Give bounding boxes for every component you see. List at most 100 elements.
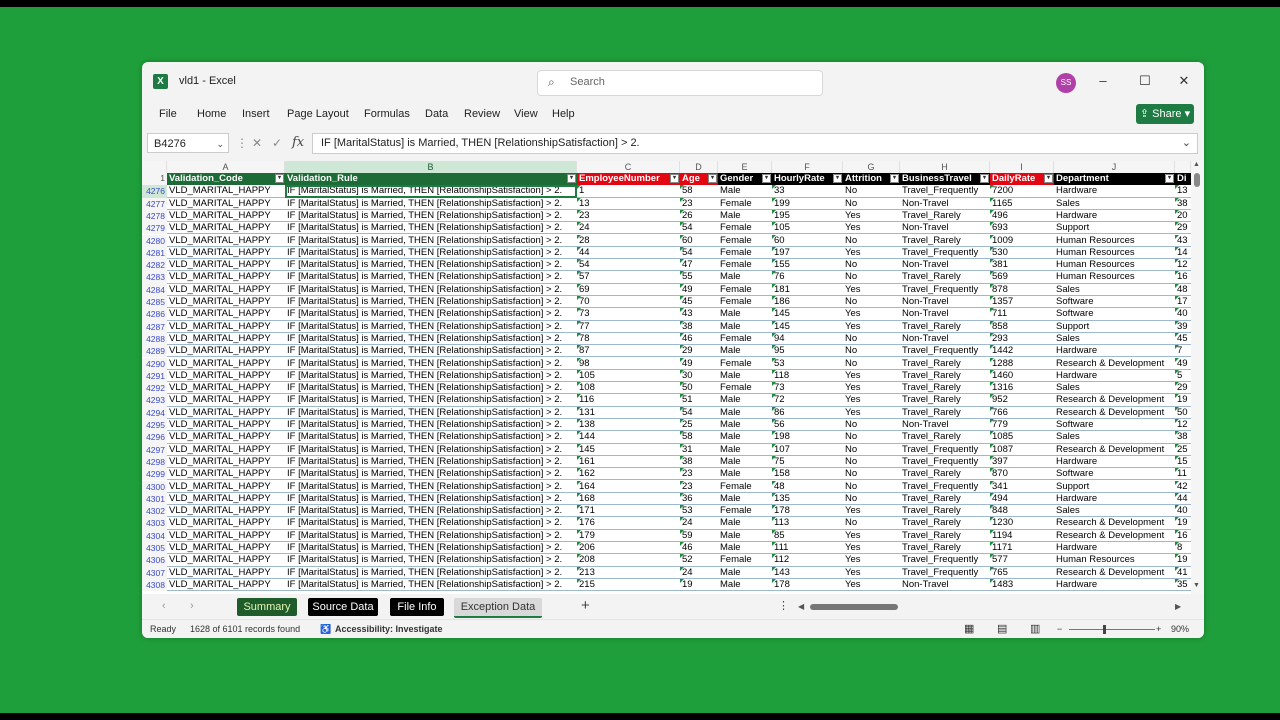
cell-daily-rate[interactable]: 765 <box>990 566 1054 579</box>
cell-department[interactable]: Hardware <box>1054 456 1175 469</box>
cell-hourly-rate[interactable]: 198 <box>772 431 843 444</box>
cell-validation-rule[interactable]: IF [MaritalStatus] is Married, THEN [Rel… <box>285 358 577 370</box>
cell-business-travel[interactable]: Travel_Rarely <box>900 517 990 530</box>
cell-attrition[interactable]: Yes <box>843 382 900 395</box>
cell-hourly-rate[interactable]: 107 <box>772 443 843 456</box>
cell-di[interactable]: 50 <box>1175 406 1191 419</box>
cell-employee-number[interactable]: 145 <box>577 443 680 456</box>
column-header-g[interactable]: G <box>843 161 900 173</box>
cell-validation-code[interactable]: VLD_MARITAL_HAPPY <box>167 308 285 321</box>
cell-di[interactable]: 16 <box>1175 271 1191 284</box>
cell-validation-rule[interactable]: IF [MaritalStatus] is Married, THEN [Rel… <box>285 481 577 493</box>
cell-daily-rate[interactable]: 7200 <box>990 185 1054 198</box>
cell-age[interactable]: 54 <box>680 406 718 419</box>
row-number[interactable]: 4288 <box>142 332 167 346</box>
cell-hourly-rate[interactable]: 60 <box>772 234 843 247</box>
cell-business-travel[interactable]: Travel_Frequently <box>900 185 990 198</box>
cell-attrition[interactable]: Yes <box>843 308 900 321</box>
cell-department[interactable]: Software <box>1054 296 1175 309</box>
cell-validation-code[interactable]: VLD_MARITAL_HAPPY <box>167 345 285 358</box>
cell-validation-rule[interactable]: IF [MaritalStatus] is Married, THEN [Rel… <box>285 198 577 210</box>
cell-validation-rule[interactable]: IF [MaritalStatus] is Married, THEN [Rel… <box>285 554 577 567</box>
spreadsheet-grid[interactable]: A B C D E F G H I J 1 Validation_Code ▾ Val… <box>142 161 1204 594</box>
cell-employee-number[interactable]: 87 <box>577 345 680 358</box>
cell-employee-number[interactable]: 98 <box>577 357 680 370</box>
cell-validation-code[interactable]: VLD_MARITAL_HAPPY <box>167 567 285 579</box>
cell-daily-rate[interactable]: 577 <box>990 554 1054 567</box>
cell-age[interactable]: 26 <box>680 209 718 223</box>
cell-attrition[interactable]: No <box>843 198 900 210</box>
cell-age[interactable]: 29 <box>680 345 718 358</box>
cell-validation-rule[interactable]: IF [MaritalStatus] is Married, THEN [Rel… <box>285 567 577 579</box>
filter-dropdown-icon[interactable]: ▾ <box>762 174 771 183</box>
sheet-tab-exception-data[interactable]: Exception Data <box>454 598 542 618</box>
cell-di[interactable]: 12 <box>1175 259 1191 272</box>
cell-daily-rate[interactable]: 1085 <box>990 431 1054 444</box>
cell-attrition[interactable]: Yes <box>843 247 900 260</box>
cell-business-travel[interactable]: Travel_Rarely <box>900 505 990 518</box>
cell-validation-rule[interactable]: IF [MaritalStatus] is Married, THEN [Rel… <box>285 321 577 333</box>
cell-age[interactable]: 50 <box>680 382 718 395</box>
search-box[interactable]: ⌕ Search <box>537 70 823 96</box>
cell-age[interactable]: 52 <box>680 554 718 567</box>
menu-file[interactable]: File <box>159 108 177 120</box>
cell-gender[interactable]: Male <box>718 530 772 542</box>
cell-hourly-rate[interactable]: 186 <box>772 296 843 309</box>
cell-validation-code[interactable]: VLD_MARITAL_HAPPY <box>167 542 285 555</box>
header-business-travel[interactable]: BusinessTravel ▾ <box>900 173 990 186</box>
cell-validation-code[interactable]: VLD_MARITAL_HAPPY <box>167 382 285 395</box>
row-number[interactable]: 4295 <box>142 419 167 432</box>
row-number[interactable]: 4294 <box>142 406 167 419</box>
cell-attrition[interactable]: Yes <box>843 554 900 567</box>
cell-employee-number[interactable]: 208 <box>577 554 680 567</box>
cell-gender[interactable]: Male <box>718 444 772 456</box>
cell-validation-code[interactable]: VLD_MARITAL_HAPPY <box>167 517 285 530</box>
cell-business-travel[interactable]: Travel_Rarely <box>900 431 990 444</box>
cell-employee-number[interactable]: 138 <box>577 419 680 432</box>
cell-daily-rate[interactable]: 569 <box>990 271 1054 284</box>
cell-age[interactable]: 31 <box>680 443 718 456</box>
cell-validation-code[interactable]: VLD_MARITAL_HAPPY <box>167 247 285 260</box>
cell-business-travel[interactable]: Non-Travel <box>900 222 990 235</box>
cell-attrition[interactable]: Yes <box>843 567 900 579</box>
row-number[interactable]: 4281 <box>142 246 167 260</box>
cell-age[interactable]: 58 <box>680 431 718 444</box>
cell-di[interactable]: 45 <box>1175 332 1191 346</box>
cell-age[interactable]: 38 <box>680 455 718 469</box>
cell-employee-number[interactable]: 168 <box>577 492 680 506</box>
name-box[interactable]: B4276 ⌄ <box>147 133 229 153</box>
cancel-icon[interactable]: ✕ <box>252 136 262 150</box>
cell-daily-rate[interactable]: 693 <box>990 222 1054 235</box>
row-number[interactable]: 4280 <box>142 234 167 247</box>
filter-dropdown-icon[interactable]: ▾ <box>1165 174 1174 183</box>
formula-input[interactable]: IF [MaritalStatus] is Married, THEN [Rel… <box>312 133 1198 154</box>
zoom-out-icon[interactable]: − <box>1057 624 1062 634</box>
header-department[interactable]: Department ▾ <box>1054 173 1175 186</box>
cell-hourly-rate[interactable]: 53 <box>772 357 843 370</box>
cell-hourly-rate[interactable]: 56 <box>772 419 843 432</box>
cell-validation-rule[interactable]: IF [MaritalStatus] is Married, THEN [Rel… <box>285 222 577 235</box>
cell-department[interactable]: Sales <box>1054 284 1175 296</box>
cell-age[interactable]: 23 <box>680 197 718 210</box>
cell-attrition[interactable]: Yes <box>843 530 900 542</box>
cell-business-travel[interactable]: Travel_Frequently <box>900 284 990 296</box>
cell-gender[interactable]: Female <box>718 358 772 370</box>
cell-validation-rule[interactable]: IF [MaritalStatus] is Married, THEN [Rel… <box>285 468 577 481</box>
cell-validation-code[interactable]: VLD_MARITAL_HAPPY <box>167 431 285 444</box>
cell-hourly-rate[interactable]: 118 <box>772 369 843 383</box>
cell-attrition[interactable]: No <box>843 185 900 198</box>
cell-department[interactable]: Human Resources <box>1054 235 1175 247</box>
cell-validation-code[interactable]: VLD_MARITAL_HAPPY <box>167 468 285 481</box>
cell-validation-code[interactable]: VLD_MARITAL_HAPPY <box>167 284 285 296</box>
cell-gender[interactable]: Male <box>718 493 772 506</box>
cell-daily-rate[interactable]: 1171 <box>990 542 1054 555</box>
cell-di[interactable]: 14 <box>1175 246 1191 260</box>
cell-hourly-rate[interactable]: 75 <box>772 455 843 469</box>
cell-validation-code[interactable]: VLD_MARITAL_HAPPY <box>167 321 285 333</box>
cell-employee-number[interactable]: 54 <box>577 259 680 272</box>
cell-di[interactable]: 11 <box>1175 468 1191 481</box>
header-age[interactable]: Age ▾ <box>680 173 718 186</box>
cell-attrition[interactable]: Yes <box>843 284 900 296</box>
cell-validation-rule[interactable]: IF [MaritalStatus] is Married, THEN [Rel… <box>285 394 577 407</box>
horizontal-scroll-thumb[interactable] <box>810 604 898 610</box>
